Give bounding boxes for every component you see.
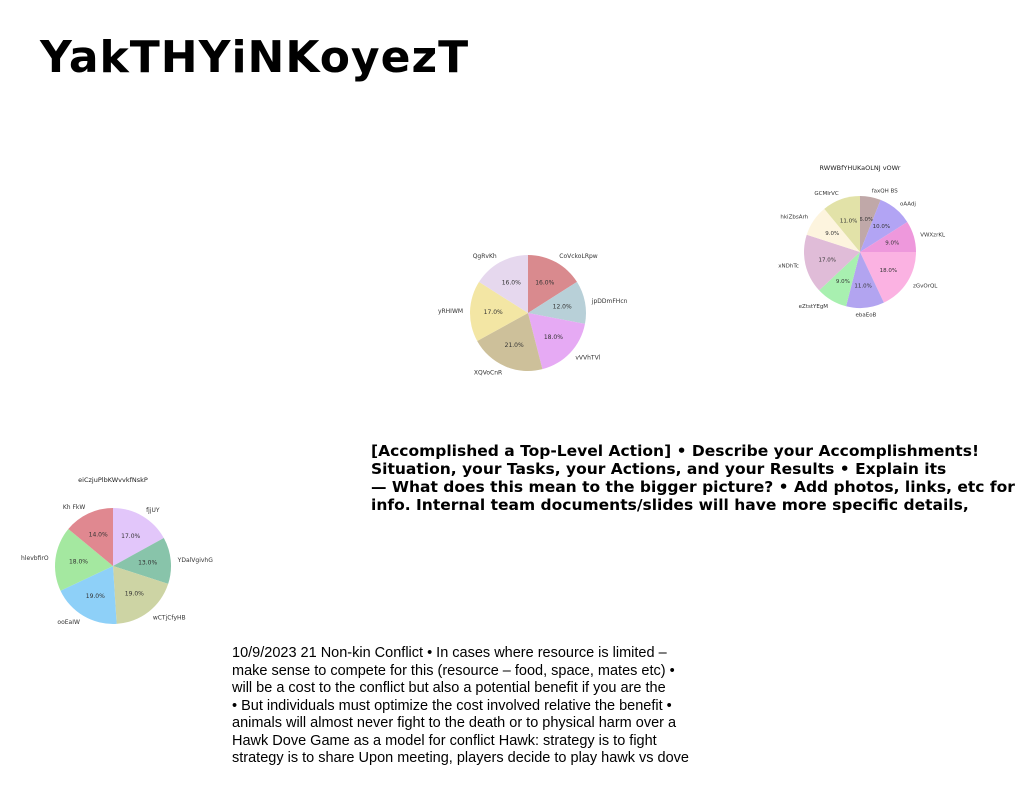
pie-chart-1-svg: 16.0% CoVckoLRpw 12.0% jpDDmFHcn 18.0% vVVhTV… [438,253,628,377]
slice-category-label: hlevbfirO [21,555,49,562]
note-line: 10/9/2023 21 Non-kin Conflict • In cases… [232,645,667,661]
slice-category-label: Kh FkW [63,504,86,511]
note-line: animals will almost never fight to the d… [232,715,677,731]
slice-percent-label: 17.0% [484,309,503,316]
slice-category-label: QgRvKh [473,253,497,260]
pie-chart-3: eiCzjuPlbKWvvkfNskP 17.0% fjjUY 13.0% YDalVg… [20,470,220,640]
slice-percent-label: 11.0% [840,218,857,224]
slice-category-label: VWXzrKL [920,233,946,239]
accomplishment-line: Situation, your Tasks, your Actions, and… [371,460,947,478]
chart-title: eiCzjuPlbKWvvkfNskP [78,476,148,484]
slice-category-label: wCTjCfyHB [153,614,186,621]
page-title: YakTHYiNKoyezT [40,32,470,83]
slice-percent-label: 17.0% [818,257,835,263]
accomplishment-line: — What does this mean to the bigger pict… [371,478,1015,496]
slice-percent-label: 18.0% [69,559,88,566]
slice-category-label: ebaEoB [855,312,876,318]
accomplishment-text: [Accomplished a Top-Level Action] • Desc… [371,442,1024,514]
pie-chart-3-svg: eiCzjuPlbKWvvkfNskP 17.0% fjjUY 13.0% YDalVg… [21,476,214,626]
slice-category-label: xNDhTc [778,264,799,270]
slice-percent-label: 6.0% [859,217,873,223]
note-line: strategy is to share Upon meeting, playe… [232,750,689,766]
slice-category-label: hkiZbsArh [780,215,808,221]
slice-category-label: zGvOrQL [913,284,938,290]
slice-percent-label: 14.0% [89,532,108,539]
slice-percent-label: 9.0% [825,231,839,237]
slice-category-label: CoVckoLRpw [559,253,598,260]
pie-chart-1: 16.0% CoVckoLRpw 12.0% jpDDmFHcn 18.0% vVVhTV… [420,225,640,405]
slice-category-label: fjjUY [146,507,160,514]
slice-category-label: GCMIrVC [814,191,838,197]
slice-percent-label: 10.0% [873,224,890,230]
pie-chart-2: RWWBfYHUKaOLNJ vOWr 6.0% faxQH BS 10.0% oAAd… [770,148,970,353]
slice-percent-label: 9.0% [885,241,899,247]
slice-percent-label: 9.0% [836,279,850,285]
slice-percent-label: 12.0% [553,303,572,310]
conflict-notes: 10/9/2023 21 Non-kin Conflict • In cases… [232,645,752,768]
note-line: will be a cost to the conflict but also … [232,680,666,696]
note-line: • But individuals must optimize the cost… [232,697,672,714]
slice-percent-label: 19.0% [86,593,105,600]
slice-percent-label: 17.0% [121,533,140,540]
slice-category-label: YDalVgivhG [177,557,214,564]
slice-category-label: XQVoCnR [474,370,502,377]
slice-percent-label: 11.0% [854,283,871,289]
slice-percent-label: 16.0% [535,280,554,287]
accomplishment-line: [Accomplished a Top-Level Action] • Desc… [371,442,980,460]
slice-percent-label: 21.0% [505,342,524,349]
chart-title: RWWBfYHUKaOLNJ vOWr [820,164,901,172]
pie-chart-2-svg: RWWBfYHUKaOLNJ vOWr 6.0% faxQH BS 10.0% oAAd… [778,164,946,318]
slice-percent-label: 18.0% [880,268,897,274]
slice-category-label: oAAdj [900,202,916,208]
slice-percent-label: 18.0% [544,334,563,341]
slice-category-label: jpDDmFHcn [591,298,628,305]
note-line: make sense to compete for this (resource… [232,662,675,679]
slice-category-label: vVVhTVl [575,354,600,361]
slice-percent-label: 19.0% [125,590,144,597]
slice-percent-label: 13.0% [138,560,157,567]
note-line: Hawk Dove Game as a model for conflict H… [232,732,657,749]
slice-category-label: yRHIWM [438,308,463,315]
slice-percent-label: 16.0% [502,280,521,287]
slice-category-label: faxQH BS [872,188,898,194]
slice-category-label: ooEaIW [57,619,80,626]
slice-category-label: eZtstYEgM [799,304,829,310]
accomplishment-line: info. Internal team documents/slides wil… [371,496,969,514]
